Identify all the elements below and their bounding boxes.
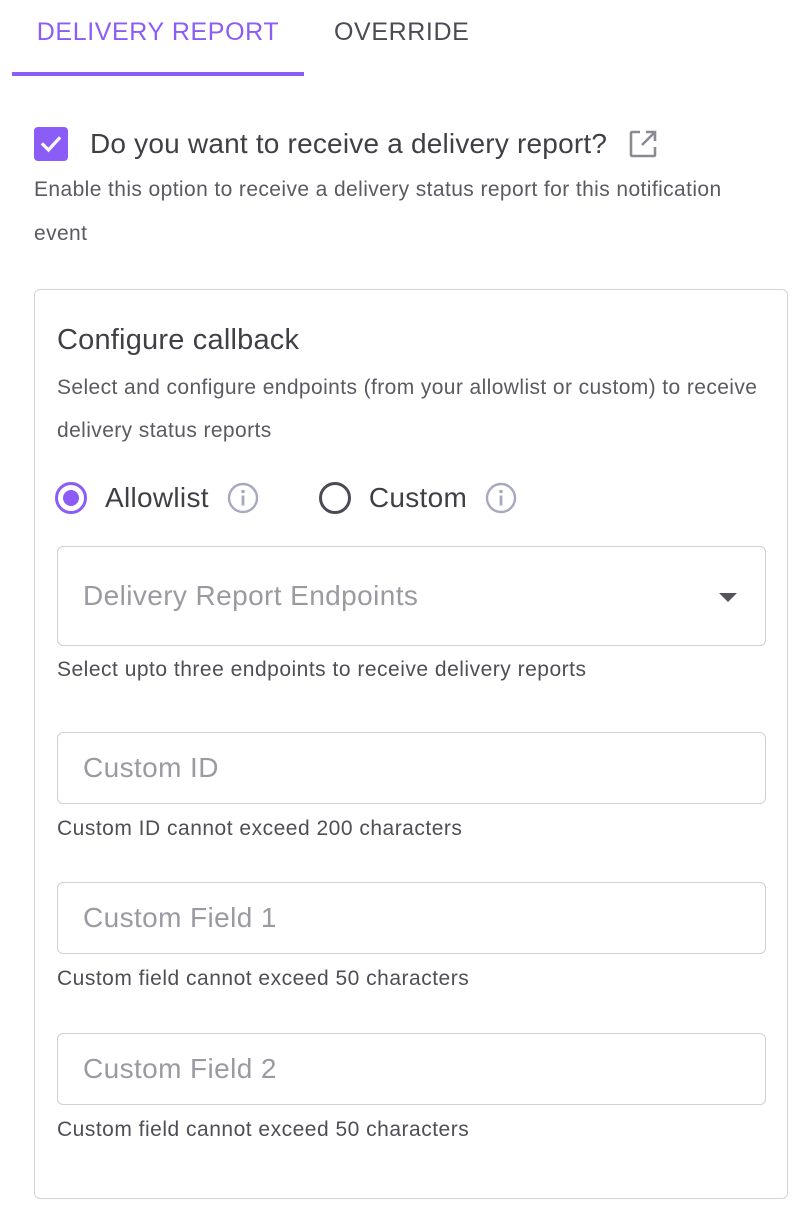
delivery-report-checkbox[interactable] bbox=[34, 127, 68, 161]
custom-id-helper-text: Custom ID cannot exceed 200 characters bbox=[57, 817, 463, 840]
custom-field-1-placeholder: Custom Field 1 bbox=[83, 902, 277, 933]
custom-id-input[interactable]: Custom ID bbox=[57, 732, 766, 804]
radio-allowlist[interactable]: Allowlist bbox=[55, 482, 259, 514]
card-description: Select and configure endpoints (from you… bbox=[57, 376, 758, 442]
custom-field-1-input[interactable]: Custom Field 1 bbox=[57, 882, 766, 954]
tab-override[interactable]: OVERRIDE bbox=[334, 0, 469, 76]
radio-allowlist-label: Allowlist bbox=[105, 482, 209, 513]
delivery-report-row: Do you want to receive a delivery report… bbox=[34, 124, 659, 164]
select-placeholder: Delivery Report Endpoints bbox=[83, 580, 419, 611]
chevron-down-icon[interactable] bbox=[719, 593, 737, 602]
delivery-report-question: Do you want to receive a delivery report… bbox=[90, 128, 608, 159]
custom-field-2-input[interactable]: Custom Field 2 bbox=[57, 1033, 766, 1105]
configure-callback-card: Configure callback Select and configure … bbox=[34, 289, 788, 1199]
endpoint-type-radio-group: Allowlist Custom bbox=[55, 480, 517, 516]
radio-custom[interactable]: Custom bbox=[318, 482, 517, 514]
card-title: Configure callback bbox=[57, 324, 300, 356]
external-link-icon[interactable] bbox=[627, 128, 659, 160]
radio-selected-icon[interactable] bbox=[55, 482, 87, 514]
info-icon[interactable] bbox=[227, 482, 259, 514]
custom-id-placeholder: Custom ID bbox=[83, 752, 219, 783]
custom-field-2-helper-text: Custom field cannot exceed 50 characters bbox=[57, 1118, 470, 1141]
custom-field-1-helper-text: Custom field cannot exceed 50 characters bbox=[57, 967, 470, 990]
tab-delivery-report[interactable]: DELIVERY REPORT bbox=[12, 0, 304, 76]
info-icon[interactable] bbox=[485, 482, 517, 514]
delivery-report-endpoints-select[interactable]: Delivery Report Endpoints bbox=[57, 546, 766, 646]
custom-field-2-placeholder: Custom Field 2 bbox=[83, 1053, 277, 1084]
radio-custom-label: Custom bbox=[368, 482, 468, 513]
radio-unselected-icon[interactable] bbox=[318, 482, 351, 514]
checkmark-icon bbox=[40, 136, 62, 153]
endpoints-helper-text: Select upto three endpoints to receive d… bbox=[57, 658, 587, 681]
delivery-report-description: Enable this option to receive a delivery… bbox=[34, 178, 722, 245]
tab-bar: DELIVERY REPORT OVERRIDE bbox=[12, 0, 469, 76]
